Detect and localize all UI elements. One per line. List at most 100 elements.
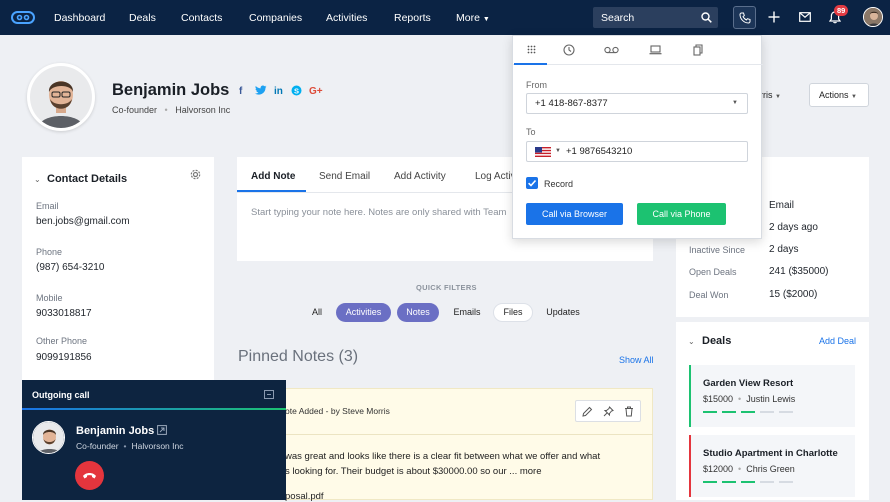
deal-name[interactable]: Studio Apartment in Charlotte [703, 448, 838, 459]
call-status-line [22, 408, 286, 410]
nav-more[interactable]: More ▼ [456, 12, 490, 24]
nav-deals[interactable]: Deals [129, 12, 156, 24]
mobile-label: Mobile [36, 293, 63, 303]
gear-icon[interactable] [190, 169, 201, 180]
filter-all[interactable]: All [306, 303, 328, 322]
facebook-icon[interactable]: f [239, 86, 242, 97]
chevron-down-icon[interactable]: ⌄ [34, 175, 41, 184]
profile-company: Halvorson Inc [175, 105, 231, 115]
linkedin-icon[interactable]: in [274, 86, 283, 97]
progress-segment [779, 411, 793, 413]
twitter-icon[interactable] [255, 85, 267, 96]
edit-icon[interactable] [582, 406, 593, 417]
note-input[interactable]: Start typing your note here. Notes are o… [251, 207, 506, 218]
deal-amount: $12000 [703, 464, 734, 474]
deal-item[interactable]: Garden View Resort $15000 • Justin Lewis [689, 365, 855, 427]
deal-item[interactable]: Studio Apartment in Charlotte $12000 • Chr… [689, 435, 855, 497]
chevron-down-icon: ▼ [732, 100, 738, 106]
external-link-icon[interactable] [157, 425, 167, 435]
actions-dropdown[interactable]: Actions ▼ [809, 83, 869, 107]
call-via-browser-button[interactable]: Call via Browser [526, 203, 623, 225]
note-more-link[interactable]: more [520, 466, 542, 477]
skype-icon[interactable]: S [291, 85, 302, 96]
laptop-icon[interactable] [649, 45, 662, 55]
copy-icon[interactable] [693, 44, 703, 56]
add-deal-link[interactable]: Add Deal [819, 336, 856, 346]
filter-updates[interactable]: Updates [540, 303, 586, 322]
phone-label: Phone [36, 247, 63, 257]
svg-text:S: S [294, 86, 299, 95]
phone-icon [739, 12, 751, 24]
other-phone-label: Other Phone [36, 336, 88, 346]
note-attachment[interactable]: posal.pdf [285, 491, 324, 502]
progress-segment [760, 411, 774, 413]
chevron-down-icon[interactable]: ▼ [555, 142, 561, 161]
nav-activities[interactable]: Activities [326, 12, 367, 24]
stat-value-last-contact: 2 days ago [769, 222, 818, 233]
filter-activities[interactable]: Activities [336, 303, 391, 322]
nav-contacts[interactable]: Contacts [181, 12, 222, 24]
note-body-line-1: was great and looks like there is a clea… [285, 451, 601, 462]
call-via-phone-button[interactable]: Call via Phone [637, 203, 726, 225]
other-phone-value[interactable]: 9099191856 [36, 352, 92, 363]
chevron-down-icon[interactable]: ⌄ [688, 337, 695, 346]
pin-icon[interactable] [603, 406, 614, 417]
note-body-text: s looking for. Their budget is about $30… [285, 466, 518, 477]
deal-owner: Justin Lewis [746, 394, 796, 404]
caller-avatar [32, 421, 65, 454]
progress-segment [722, 411, 736, 413]
mail-icon[interactable] [799, 12, 811, 22]
show-all-link[interactable]: Show All [619, 355, 654, 365]
hangup-icon [82, 471, 97, 480]
to-field[interactable]: ▼ +1 9876543210 [526, 141, 748, 162]
mobile-value[interactable]: 9033018817 [36, 308, 92, 319]
chevron-down-icon: ▼ [482, 16, 490, 23]
stat-value-inactive-since: 2 days [769, 244, 799, 255]
stat-label-deal-won: Deal Won [689, 290, 729, 300]
note-meta: ote Added - by Steve Morris [285, 406, 390, 416]
pinned-note-card: ote Added - by Steve Morris was great an… [237, 388, 653, 502]
voicemail-icon[interactable] [604, 46, 619, 54]
tab-add-note[interactable]: Add Note [251, 171, 295, 182]
hangup-button[interactable] [75, 461, 104, 490]
deal-name[interactable]: Garden View Resort [703, 378, 793, 389]
filter-notes[interactable]: Notes [397, 303, 439, 322]
history-icon[interactable] [563, 44, 575, 56]
progress-segment [779, 481, 793, 483]
to-label: To [526, 127, 536, 137]
us-flag-icon[interactable] [535, 147, 551, 157]
stat-label-inactive-since: Inactive Since [689, 245, 746, 255]
profile-name: Benjamin Jobs [112, 81, 230, 99]
tab-send-email[interactable]: Send Email [319, 171, 370, 182]
nav-dashboard[interactable]: Dashboard [54, 12, 105, 24]
from-select[interactable]: +1 418-867-8377 ▼ [526, 93, 748, 114]
record-checkbox[interactable] [526, 177, 538, 189]
filter-files[interactable]: Files [493, 303, 533, 322]
chevron-down-icon: ▼ [775, 94, 781, 100]
phone-button[interactable] [733, 6, 756, 29]
nav-companies[interactable]: Companies [249, 12, 302, 24]
actions-label: Actions [819, 90, 849, 100]
app-logo-icon[interactable] [11, 11, 35, 24]
to-value[interactable]: +1 9876543210 [566, 142, 632, 161]
phone-value[interactable]: (987) 654-3210 [36, 262, 104, 273]
email-value[interactable]: ben.jobs@gmail.com [36, 216, 130, 227]
filter-emails[interactable]: Emails [448, 303, 486, 322]
trash-icon[interactable] [624, 406, 634, 417]
progress-segment [760, 481, 774, 483]
google-plus-icon[interactable]: G+ [309, 86, 323, 97]
search-input[interactable]: Search [593, 7, 718, 28]
stat-value-open-deals: 241 ($35000) [769, 266, 829, 277]
deal-meta: $15000 • Justin Lewis [703, 394, 796, 404]
progress-segment [703, 411, 717, 413]
dialpad-icon[interactable] [527, 45, 536, 55]
minimize-icon[interactable] [264, 390, 274, 399]
user-avatar[interactable] [863, 7, 883, 27]
deals-heading: Deals [702, 335, 732, 347]
email-label: Email [36, 201, 59, 211]
tab-add-activity[interactable]: Add Activity [394, 171, 446, 182]
progress-segment [703, 481, 717, 483]
nav-reports[interactable]: Reports [394, 12, 431, 24]
plus-icon[interactable] [768, 11, 780, 23]
tab-log-activity[interactable]: Log Activ [475, 171, 516, 182]
